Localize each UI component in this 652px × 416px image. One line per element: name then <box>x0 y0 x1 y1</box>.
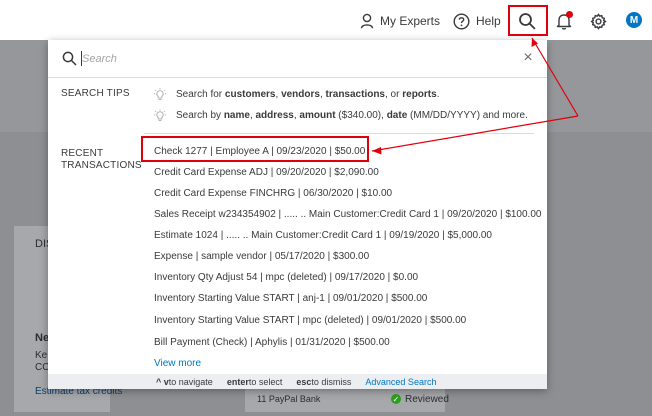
recent-transaction-item[interactable]: Bill Payment (Check) | Aphylis | 01/31/2… <box>154 337 390 351</box>
help-button[interactable]: Help <box>453 8 501 34</box>
search-tip: Search by name, address, amount ($340.00… <box>154 108 528 122</box>
arrow-keys-hint: ^ v <box>156 376 169 387</box>
recent-transaction-item[interactable]: Credit Card Expense ADJ | 09/20/2020 | $… <box>154 167 379 181</box>
search-button-annotation <box>508 5 548 36</box>
search-tip-text: Search by name, address, amount ($340.00… <box>176 109 528 121</box>
recent-transaction-item[interactable]: Inventory Starting Value START | anj-1 |… <box>154 293 427 307</box>
reviewed-status: ✓ Reviewed <box>391 392 449 406</box>
background-card-line: Ke <box>35 350 48 361</box>
my-experts-label: My Experts <box>380 14 441 28</box>
keyboard-hints-footer: ^ v to navigate enter to select esc to d… <box>48 374 547 389</box>
select-hint: to select <box>248 376 283 387</box>
help-icon <box>453 12 470 30</box>
recent-transaction-item[interactable]: Expense | sample vendor | 05/17/2020 | $… <box>154 251 369 265</box>
recent-transactions-label: RECENT TRANSACTIONS <box>61 148 142 171</box>
section-divider <box>144 133 534 134</box>
recent-transaction-item[interactable]: Inventory Starting Value START | mpc (de… <box>154 315 466 329</box>
search-modal: × SEARCH TIPS Search for customers, vend… <box>48 40 547 389</box>
recent-transaction-item[interactable]: Estimate 1024 | ..... .. Main Customer:C… <box>154 230 492 244</box>
search-tips-label: SEARCH TIPS <box>61 88 130 99</box>
recent-transaction-item[interactable]: Credit Card Expense FINCHRG | 06/30/2020… <box>154 188 392 202</box>
reviewed-label: Reviewed <box>405 393 449 405</box>
search-bar: × <box>48 40 547 80</box>
lightbulb-icon <box>154 87 166 100</box>
view-more-link[interactable]: View more <box>154 358 201 369</box>
search-tip: Search for customers, vendors, transacti… <box>154 87 439 101</box>
person-icon <box>360 13 374 29</box>
search-icon <box>62 51 77 66</box>
checkmark-icon: ✓ <box>391 394 401 404</box>
close-button[interactable]: × <box>520 50 536 66</box>
recent-transaction-item[interactable]: Sales Receipt w234354902 | ..... .. Main… <box>154 209 541 223</box>
dismiss-hint: to dismiss <box>311 376 352 387</box>
help-label: Help <box>476 14 501 28</box>
bank-row-label: 11 PayPal Bank <box>257 394 321 404</box>
enter-key-hint: enter <box>226 376 249 387</box>
search-tip-text: Search for customers, vendors, transacti… <box>176 88 440 100</box>
advanced-search-link[interactable]: Advanced Search <box>365 377 436 387</box>
esc-key-hint: esc <box>296 376 312 387</box>
search-divider <box>48 77 547 78</box>
close-icon: × <box>523 49 533 66</box>
search-input[interactable] <box>82 50 502 68</box>
top-navigation-bar <box>0 0 652 40</box>
transaction-annotation <box>141 136 369 162</box>
settings-button[interactable] <box>590 8 607 34</box>
user-avatar[interactable]: M <box>626 12 642 28</box>
notification-badge <box>566 11 573 18</box>
gear-icon <box>590 13 607 29</box>
lightbulb-icon <box>154 108 166 121</box>
background-card-title: Ne <box>35 332 50 344</box>
recent-transaction-item[interactable]: Inventory Qty Adjust 54 | mpc (deleted) … <box>154 272 418 286</box>
my-experts-button[interactable]: My Experts <box>360 8 440 34</box>
navigate-hint: to navigate <box>168 376 213 387</box>
